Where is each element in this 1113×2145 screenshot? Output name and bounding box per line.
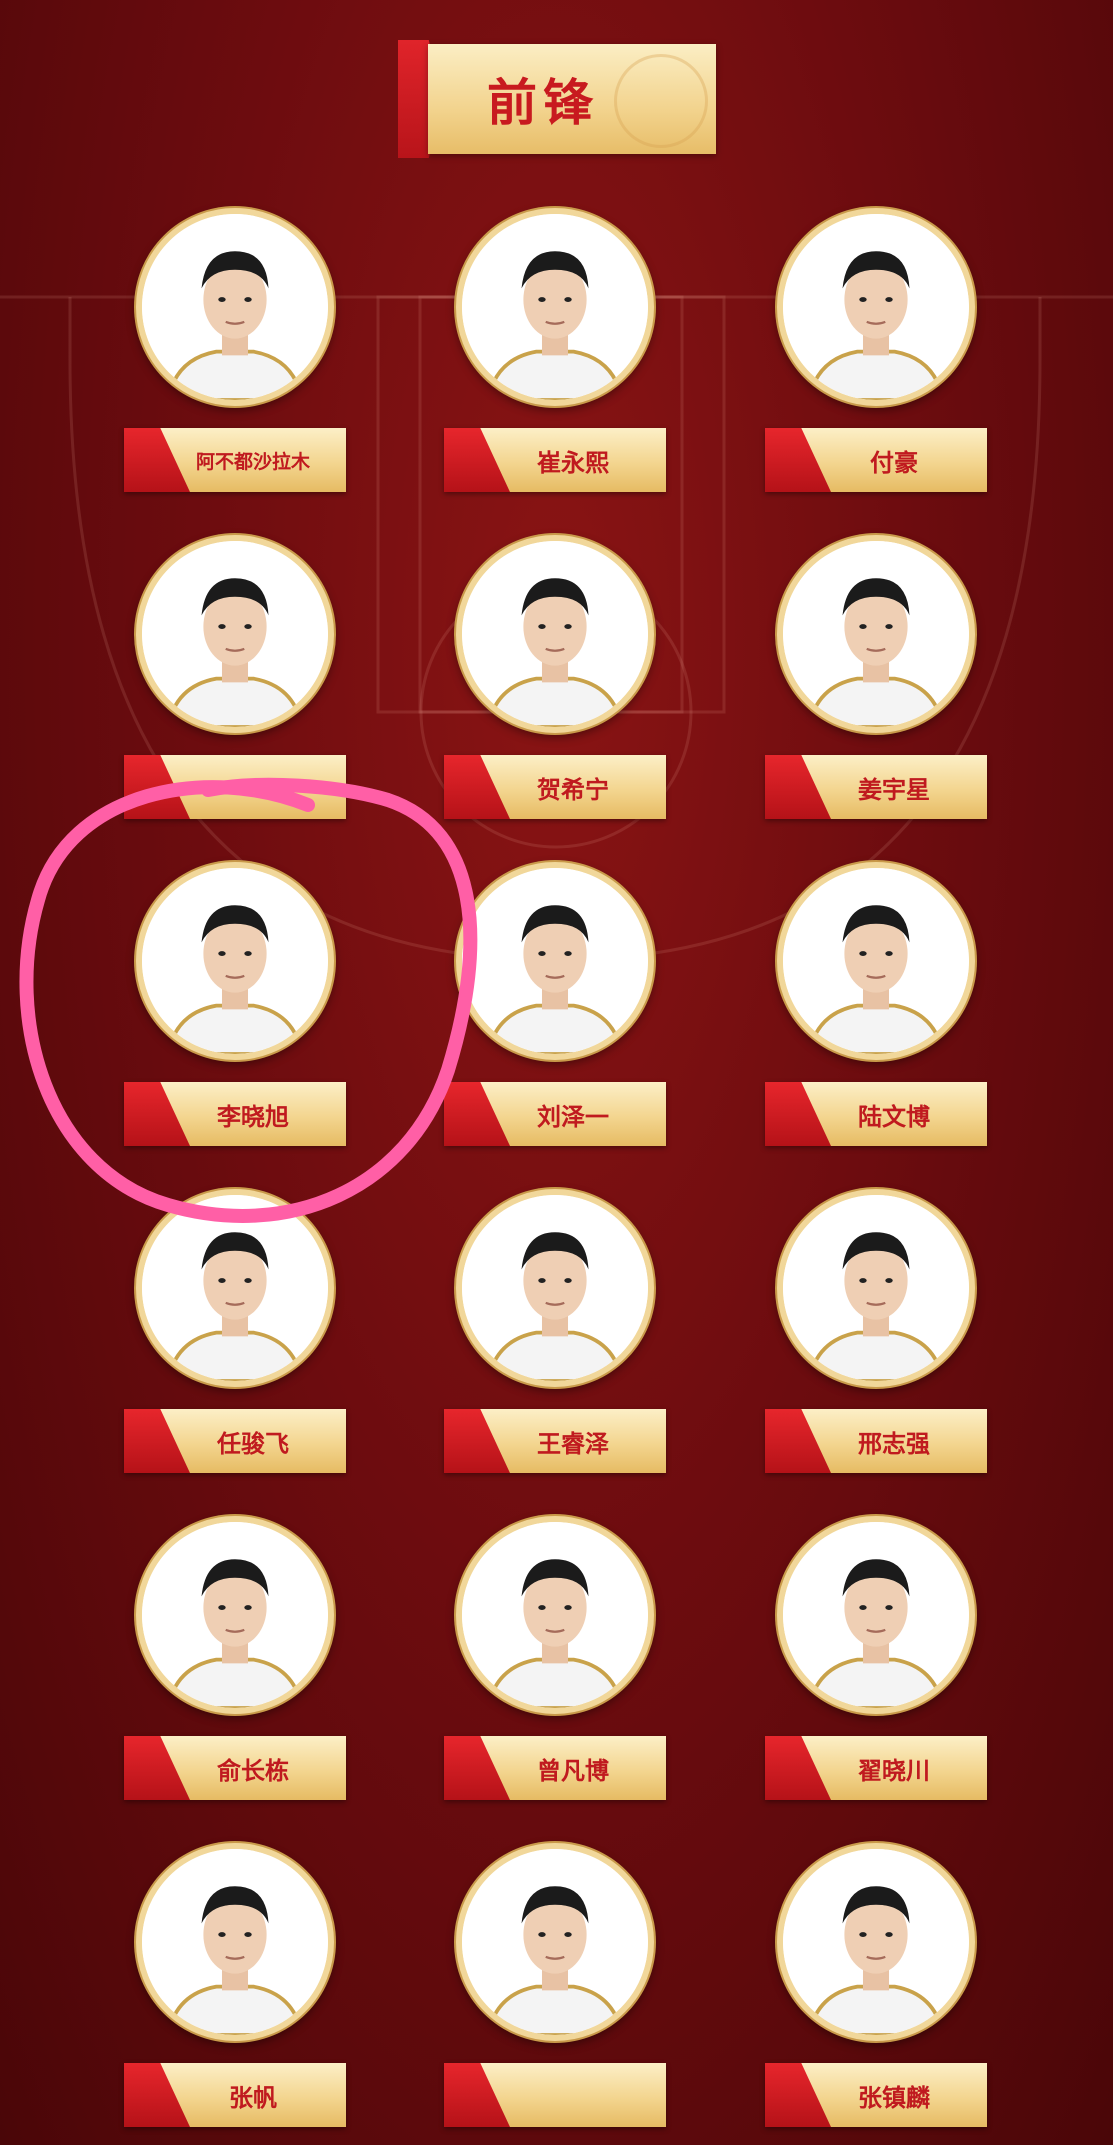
player-card[interactable]: 陆文博	[765, 862, 987, 1146]
player-photo	[136, 1516, 334, 1714]
player-photo	[136, 535, 334, 733]
player-card[interactable]: 贺希宁	[444, 535, 666, 819]
player-photo	[777, 1189, 975, 1387]
player-card[interactable]: 付豪	[765, 208, 987, 492]
player-name: 阿不都沙拉木	[195, 450, 310, 473]
player-name: 张帆	[229, 2083, 277, 2112]
player-nameplate: 张帆	[124, 2063, 346, 2127]
player-nameplate: 邢志强	[765, 1409, 987, 1473]
player-name: 贺希宁	[537, 775, 609, 804]
player-photo	[777, 1516, 975, 1714]
player-name: 刘泽一	[537, 1102, 609, 1131]
player-name: 崔永熙	[537, 448, 609, 477]
player-photo	[777, 1843, 975, 2041]
player-photo	[136, 1843, 334, 2041]
player-name: 曾凡博	[537, 1756, 609, 1785]
player-photo	[456, 535, 654, 733]
player-nameplate: 姜宇星	[765, 755, 987, 819]
player-nameplate: 翟晓川	[765, 1736, 987, 1800]
player-photo	[456, 1516, 654, 1714]
player-card[interactable]	[444, 1843, 666, 2127]
player-photo	[777, 862, 975, 1060]
player-name: 邢志强	[858, 1429, 930, 1458]
player-name: 姜宇星	[858, 775, 930, 804]
player-card[interactable]: 张镇麟	[765, 1843, 987, 2127]
player-nameplate: 任骏飞	[124, 1409, 346, 1473]
player-card[interactable]: 刘泽一	[444, 862, 666, 1146]
player-name: 俞长栋	[217, 1756, 289, 1785]
player-photo	[456, 1843, 654, 2041]
player-nameplate	[124, 755, 346, 819]
player-card[interactable]: 邢志强	[765, 1189, 987, 1473]
player-nameplate: 俞长栋	[124, 1736, 346, 1800]
player-card[interactable]: 任骏飞	[124, 1189, 346, 1473]
player-photo	[777, 208, 975, 406]
player-nameplate: 陆文博	[765, 1082, 987, 1146]
player-card[interactable]: 翟晓川	[765, 1516, 987, 1800]
player-card[interactable]: 曾凡博	[444, 1516, 666, 1800]
player-name: 王睿泽	[537, 1429, 609, 1458]
player-name	[480, 2063, 666, 2127]
player-name: 任骏飞	[217, 1429, 289, 1458]
player-photo	[456, 862, 654, 1060]
player-nameplate: 曾凡博	[444, 1736, 666, 1800]
player-nameplate: 李晓旭	[124, 1082, 346, 1146]
player-nameplate: 张镇麟	[765, 2063, 987, 2127]
player-photo	[777, 535, 975, 733]
player-name: 张镇麟	[858, 2083, 930, 2112]
player-photo	[456, 208, 654, 406]
player-nameplate: 贺希宁	[444, 755, 666, 819]
player-photo	[136, 208, 334, 406]
player-card[interactable]: 姜宇星	[765, 535, 987, 819]
player-photo	[456, 1189, 654, 1387]
player-grid: 阿不都沙拉木 崔永熙 付豪 贺希宁 姜宇星 李晓旭 刘泽一 陆文博 任骏飞 王睿…	[0, 0, 1113, 2145]
player-card[interactable]: 王睿泽	[444, 1189, 666, 1473]
player-nameplate: 阿不都沙拉木	[124, 428, 346, 492]
player-nameplate	[444, 2063, 666, 2127]
player-name: 陆文博	[858, 1102, 930, 1131]
player-nameplate: 刘泽一	[444, 1082, 666, 1146]
player-photo	[136, 1189, 334, 1387]
player-nameplate: 付豪	[765, 428, 987, 492]
player-name: 李晓旭	[217, 1102, 289, 1131]
player-name: 翟晓川	[858, 1756, 930, 1785]
player-card[interactable]: 李晓旭	[124, 862, 346, 1146]
player-card[interactable]	[124, 535, 346, 819]
player-nameplate: 王睿泽	[444, 1409, 666, 1473]
player-card[interactable]: 阿不都沙拉木	[124, 208, 346, 492]
player-card[interactable]: 张帆	[124, 1843, 346, 2127]
player-card[interactable]: 崔永熙	[444, 208, 666, 492]
player-name: 付豪	[870, 448, 918, 477]
player-card[interactable]: 俞长栋	[124, 1516, 346, 1800]
player-nameplate: 崔永熙	[444, 428, 666, 492]
player-name	[160, 755, 346, 819]
player-photo	[136, 862, 334, 1060]
